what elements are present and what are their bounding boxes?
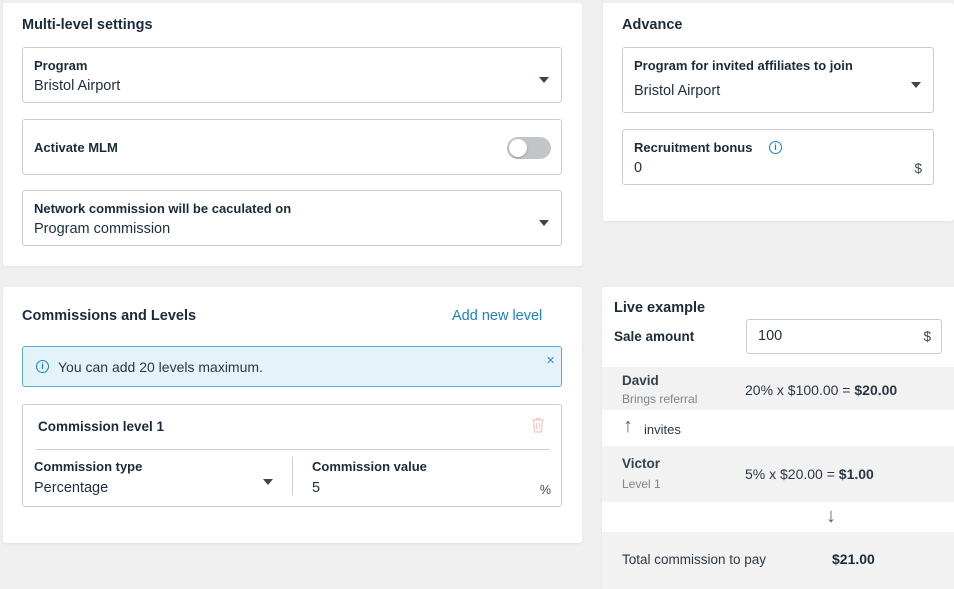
- add-new-level-button[interactable]: Add new level: [452, 308, 542, 324]
- dollar-unit: $: [914, 161, 922, 176]
- total-row: Total commission to pay $21.00: [602, 532, 954, 589]
- percent-unit: %: [539, 483, 551, 497]
- total-value: $21.00: [832, 551, 875, 567]
- recruitment-bonus-field[interactable]: Recruitment bonus i 0 $: [622, 129, 934, 185]
- vertical-divider: [292, 457, 293, 495]
- calc-row: 20% x $100.00 = $20.00: [745, 382, 897, 398]
- invited-program-value: Bristol Airport: [634, 83, 721, 99]
- chevron-down-icon: [911, 82, 921, 88]
- chevron-down-icon: [539, 220, 549, 226]
- commissions-title: Commissions and Levels: [22, 308, 197, 324]
- activate-mlm-label: Activate MLM: [34, 140, 118, 155]
- total-label: Total commission to pay: [622, 552, 767, 567]
- calc-result: $1.00: [838, 466, 874, 482]
- invited-program-label: Program for invited affiliates to join: [634, 58, 853, 73]
- recruitment-bonus-value: 0: [634, 160, 643, 176]
- advance-card: Advance Program for invited affiliates t…: [603, 3, 954, 221]
- info-icon[interactable]: i: [769, 141, 782, 154]
- commission-value-label: Commission value: [312, 459, 427, 474]
- arrow-down-icon: ↓: [826, 505, 836, 527]
- commission-type-value: Percentage: [34, 480, 109, 496]
- recruitment-bonus-label: Recruitment bonus: [634, 140, 753, 155]
- invites-label: invites: [644, 422, 681, 437]
- levels-info-alert: i You can add 20 levels maximum. ×: [22, 346, 562, 387]
- advance-title: Advance: [622, 17, 683, 33]
- referrer-name: Victor: [622, 456, 661, 471]
- close-icon[interactable]: ×: [546, 352, 555, 369]
- toggle-knob: [509, 139, 527, 157]
- commission-type-label: Commission type: [34, 459, 143, 474]
- activate-mlm-row: Activate MLM: [22, 119, 562, 175]
- live-example-title: Live example: [614, 300, 706, 316]
- sale-amount-value: 100: [758, 328, 783, 344]
- live-row-victor: Victor Level 1 5% x $20.00 = $1.00: [602, 446, 954, 502]
- calc-expression: 5% x $20.00 =: [745, 466, 839, 482]
- commission-level-box: Commission level 1 Commission type Perce…: [22, 404, 562, 507]
- chevron-down-icon: [539, 77, 549, 83]
- multilevel-settings-title: Multi-level settings: [22, 17, 153, 33]
- calc-expression: 20% x $100.00 =: [745, 382, 855, 398]
- sale-amount-input[interactable]: 100 $: [746, 319, 942, 354]
- arrow-up-icon: ↑: [623, 415, 633, 437]
- live-row-david: David Brings referral 20% x $100.00 = $2…: [602, 367, 954, 410]
- commission-value-field[interactable]: Commission value 5 %: [301, 451, 561, 506]
- referrer-role: Brings referral: [622, 392, 698, 406]
- calc-result: $20.00: [854, 382, 898, 398]
- network-commission-value: Program commission: [34, 221, 171, 237]
- referrer-name: David: [622, 373, 659, 388]
- live-example-card: Live example Sale amount 100 $ David Bri…: [602, 287, 954, 589]
- commissions-card: Commissions and Levels Add new level i Y…: [3, 287, 582, 543]
- commission-type-select[interactable]: Commission type Percentage: [23, 451, 291, 506]
- network-commission-label: Network commission will be caculated on: [34, 201, 292, 216]
- program-label: Program: [34, 58, 88, 73]
- commission-value-input: 5: [312, 480, 321, 496]
- activate-mlm-toggle[interactable]: [507, 137, 551, 159]
- alert-text: You can add 20 levels maximum.: [58, 359, 263, 375]
- network-commission-select[interactable]: Network commission will be caculated on …: [22, 190, 562, 246]
- dollar-unit: $: [923, 329, 931, 344]
- program-value: Bristol Airport: [34, 78, 121, 94]
- chevron-down-icon: [263, 479, 273, 485]
- referrer-role: Level 1: [622, 477, 661, 491]
- calc-row: 5% x $20.00 = $1.00: [745, 466, 874, 482]
- sale-amount-label: Sale amount: [614, 329, 695, 344]
- program-select[interactable]: Program Bristol Airport: [22, 47, 562, 103]
- invited-program-select[interactable]: Program for invited affiliates to join B…: [622, 47, 934, 113]
- info-icon: i: [36, 360, 49, 373]
- multilevel-settings-card: Multi-level settings Program Bristol Air…: [3, 3, 582, 266]
- commission-level-title: Commission level 1: [38, 419, 165, 434]
- trash-icon[interactable]: [531, 417, 545, 433]
- divider: [36, 449, 550, 450]
